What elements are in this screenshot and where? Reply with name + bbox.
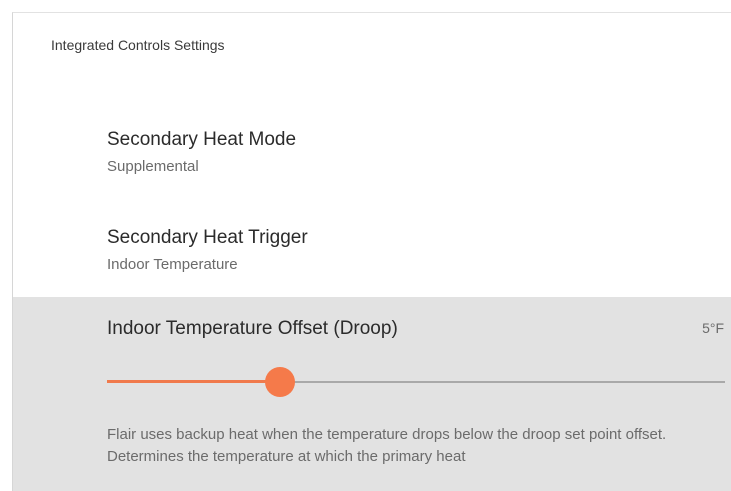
secondary-heat-mode-setting[interactable]: Secondary Heat Mode Supplemental [107, 129, 296, 176]
slider-thumb[interactable] [265, 367, 296, 397]
slider-fill [107, 380, 281, 383]
secondary-heat-trigger-setting[interactable]: Secondary Heat Trigger Indoor Temperatur… [107, 227, 308, 274]
droop-offset-slider[interactable] [107, 367, 725, 397]
indoor-temperature-offset-label: Indoor Temperature Offset (Droop) [107, 318, 398, 339]
secondary-heat-trigger-label: Secondary Heat Trigger [107, 227, 308, 248]
secondary-heat-mode-label: Secondary Heat Mode [107, 129, 297, 150]
indoor-temperature-offset-value: 5°F [702, 320, 724, 336]
indoor-temperature-offset-description: Flair uses backup heat when the temperat… [107, 426, 667, 465]
integrated-controls-panel: Integrated Controls Settings Secondary H… [12, 12, 731, 491]
indoor-temperature-offset-setting: Indoor Temperature Offset (Droop) 5°F Fl… [13, 297, 731, 491]
secondary-heat-trigger-value: Indoor Temperature [107, 256, 238, 273]
secondary-heat-mode-value: Supplemental [107, 158, 199, 175]
panel-title: Integrated Controls Settings [51, 37, 225, 53]
